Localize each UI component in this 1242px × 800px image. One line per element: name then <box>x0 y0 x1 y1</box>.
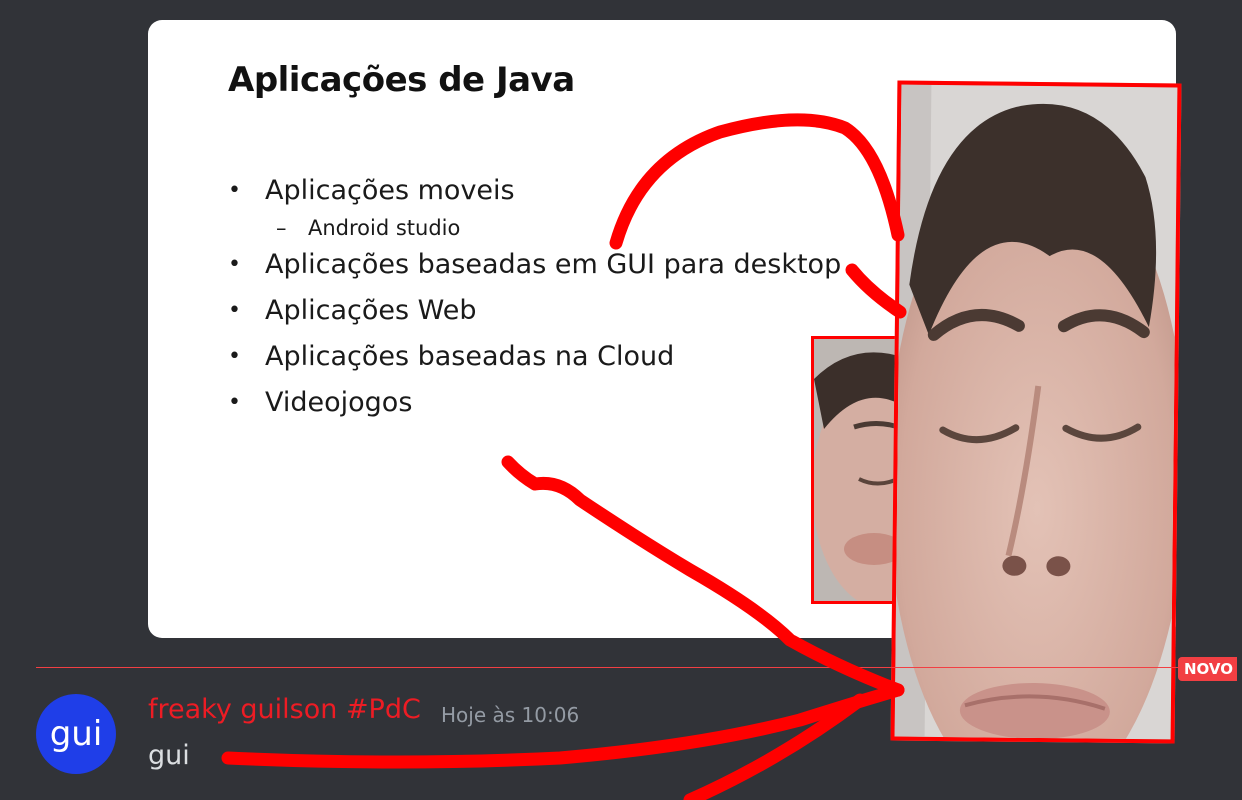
chat-viewport: Aplicações de Java • Aplicações moveis –… <box>0 0 1242 800</box>
slide-bullet-text: Aplicações Web <box>265 295 477 326</box>
selfie-photo-large <box>890 80 1182 744</box>
new-messages-badge: NOVO <box>1178 657 1237 681</box>
message-author[interactable]: freaky guilson #PdC <box>148 694 421 725</box>
face-photo-icon <box>894 84 1178 740</box>
new-messages-divider <box>36 667 1186 668</box>
message-content: gui <box>148 740 190 771</box>
bullet-dot-icon: • <box>228 252 241 277</box>
slide-bullet: • Videojogos <box>228 380 841 426</box>
message-timestamp: Hoje às 10:06 <box>441 703 580 727</box>
avatar[interactable]: gui <box>36 694 116 774</box>
slide-bullet: • Aplicações baseadas em GUI para deskto… <box>228 242 841 288</box>
slide-title: Aplicações de Java <box>228 60 575 100</box>
slide-bullet-text: Videojogos <box>265 387 413 418</box>
slide-bullet-text: Aplicações baseadas em GUI para desktop <box>265 249 842 280</box>
bullet-dot-icon: • <box>228 390 241 415</box>
slide-bullet-text: Aplicações baseadas na Cloud <box>265 341 675 372</box>
slide-bullet-list: • Aplicações moveis – Android studio • A… <box>228 168 841 426</box>
bullet-dot-icon: • <box>228 298 241 323</box>
slide-bullet: • Aplicações Web <box>228 288 841 334</box>
bullet-dot-icon: • <box>228 344 241 369</box>
slide-bullet-text: Aplicações moveis <box>265 175 515 206</box>
slide-bullet: • Aplicações baseadas na Cloud <box>228 334 841 380</box>
slide-sub-bullet-text: Android studio <box>308 216 461 240</box>
